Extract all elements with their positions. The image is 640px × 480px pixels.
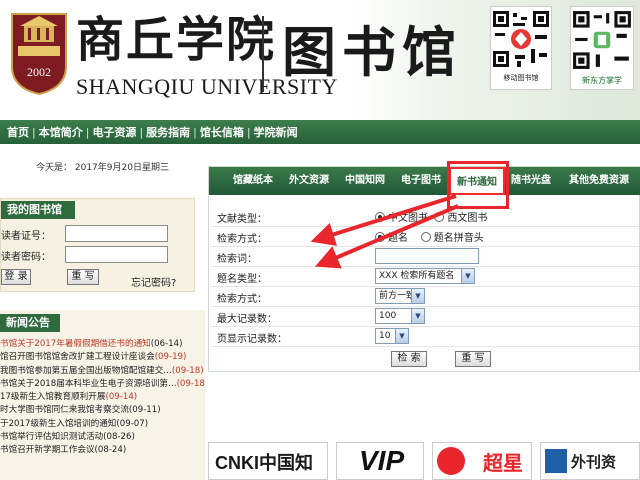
header-divider bbox=[262, 16, 264, 92]
qr-code-icon: 移动图书馆 bbox=[490, 6, 552, 90]
chevron-down-icon: ▼ bbox=[411, 289, 424, 303]
title-type-select[interactable]: XXX 检索所有题名 ▼ bbox=[375, 268, 475, 284]
library-title: 图书馆 bbox=[282, 20, 462, 84]
news-title: 新闻公告 bbox=[0, 314, 60, 332]
my-library-title: 我的图书馆 bbox=[1, 201, 75, 219]
term-label: 检索词： bbox=[217, 254, 257, 265]
method-label: 检索方式： bbox=[217, 234, 267, 245]
reader-pwd-input[interactable] bbox=[65, 246, 168, 263]
nav-item-services[interactable]: 服务指南 bbox=[143, 124, 193, 140]
per-page-select[interactable]: 10 ▼ bbox=[375, 328, 409, 344]
login-button[interactable]: 登 录 bbox=[1, 269, 31, 285]
nav-item-about[interactable]: 本馆简介 bbox=[36, 124, 86, 140]
method-row: 检索方式： 题名 题名拼音头 bbox=[211, 227, 639, 247]
list-item[interactable]: 于2017级新生入馆培训的通知(09-07) bbox=[0, 418, 205, 431]
university-name-cn: 商丘学院 bbox=[76, 12, 277, 68]
search-panel: 馆藏纸本 外文资源 中国知网 电子图书 新书通知 随书光盘 其他免费资源 文献类… bbox=[208, 161, 640, 372]
main-nav: 首页 | 本馆简介 | 电子资源 | 服务指南 | 馆长信箱 | 学院新闻 bbox=[0, 120, 640, 144]
cnki-logo[interactable]: CNKI中国知网 bbox=[208, 442, 328, 480]
news-box: 新闻公告 书馆关于2017年暑假假期借还书的通知(06-14) 馆召开图书馆馆舍… bbox=[0, 310, 205, 480]
today-date: 今天是： 2017年9月20日星期三 bbox=[36, 163, 169, 173]
list-item[interactable]: 我图书馆参加第五届全国出版物馆配馆建交…(09-18) bbox=[0, 365, 205, 378]
list-item[interactable]: 时大学图书馆同仁来我馆考察交流(09-11) bbox=[0, 404, 205, 417]
search-button[interactable]: 检 索 bbox=[391, 351, 427, 367]
max-records-label: 最大记录数： bbox=[217, 314, 277, 325]
qr-code-icon: 新东方掌学 bbox=[570, 6, 634, 90]
reset-button[interactable]: 重 写 bbox=[67, 269, 99, 285]
term-row: 检索词： bbox=[211, 247, 639, 267]
reader-id-label: 读者证号： bbox=[1, 231, 51, 242]
chevron-down-icon: ▼ bbox=[395, 329, 408, 343]
tab-print-holdings[interactable]: 馆藏纸本 bbox=[233, 167, 273, 195]
nav-item-home[interactable]: 首页 bbox=[4, 124, 32, 140]
vip-logo[interactable]: VIP bbox=[336, 442, 424, 480]
doc-type-radio-cn[interactable] bbox=[375, 212, 385, 222]
tab-cnki[interactable]: 中国知网 bbox=[345, 167, 385, 195]
news-list: 书馆关于2017年暑假假期借还书的通知(06-14) 馆召开图书馆馆舍改扩建工程… bbox=[0, 338, 205, 458]
chevron-down-icon: ▼ bbox=[411, 309, 424, 323]
list-item[interactable]: 馆召开图书馆馆舍改扩建工程设计座谈会(09-19) bbox=[0, 351, 205, 364]
header: 2002 商丘学院 SHANGQIU UNIVERSITY 图书馆 移动图书馆 bbox=[0, 0, 640, 120]
list-item[interactable]: 书馆举行评估知识测试活动(08-26) bbox=[0, 431, 205, 444]
tab-ebooks[interactable]: 电子图书 bbox=[401, 167, 441, 195]
doc-type-row: 文献类型： 中文图书 西文图书 bbox=[211, 207, 639, 227]
highlight-box bbox=[447, 161, 509, 209]
method-options: 题名 题名拼音头 bbox=[375, 229, 484, 244]
tab-foreign-resources[interactable]: 外文资源 bbox=[289, 167, 329, 195]
list-item[interactable]: 书馆召开新学期工作会议(08-24) bbox=[0, 444, 205, 457]
qr1-caption: 移动图书馆 bbox=[503, 74, 539, 82]
list-item[interactable]: 书馆关于2017年暑假假期借还书的通知(06-14) bbox=[0, 338, 205, 351]
per-page-label: 页显示记录数： bbox=[217, 334, 287, 345]
qr2-caption: 新东方掌学 bbox=[582, 76, 622, 85]
search-mode-select[interactable]: 前方一致 ▼ bbox=[375, 288, 425, 304]
search-reset-button[interactable]: 重 写 bbox=[455, 351, 491, 367]
search-tabs: 馆藏纸本 外文资源 中国知网 电子图书 新书通知 随书光盘 其他免费资源 bbox=[209, 167, 640, 195]
doc-type-radio-foreign[interactable] bbox=[434, 212, 445, 222]
method-radio-title[interactable] bbox=[375, 232, 385, 242]
nav-item-director-mailbox[interactable]: 馆长信箱 bbox=[197, 124, 247, 140]
doc-type-options: 中文图书 西文图书 bbox=[375, 209, 487, 224]
max-records-row: 最大记录数： 100 ▼ bbox=[211, 307, 639, 327]
search-mode-label: 检索方式： bbox=[217, 294, 267, 305]
foreign-journals-logo[interactable]: 外刊资 bbox=[540, 442, 640, 480]
nav-item-eresources[interactable]: 电子资源 bbox=[89, 124, 139, 140]
search-mode-row: 检索方式： 前方一致 ▼ bbox=[211, 287, 639, 307]
tab-free-resources[interactable]: 其他免费资源 bbox=[569, 167, 629, 195]
university-crest-icon: 2002 bbox=[11, 13, 67, 96]
title-type-row: 题名类型： XXX 检索所有题名 ▼ bbox=[211, 267, 639, 287]
crest-year: 2002 bbox=[27, 65, 51, 79]
list-item[interactable]: 17级新生入馆教育顺利开展(09-14) bbox=[0, 391, 205, 404]
max-records-select[interactable]: 100 ▼ bbox=[375, 308, 425, 324]
forgot-password-link[interactable]: 忘记密码? bbox=[131, 274, 176, 289]
page: 2002 商丘学院 SHANGQIU UNIVERSITY 图书馆 移动图书馆 bbox=[0, 0, 640, 480]
tab-cd-resources[interactable]: 随书光盘 bbox=[511, 167, 551, 195]
chevron-down-icon: ▼ bbox=[461, 269, 474, 283]
reader-pwd-label: 读者密码： bbox=[1, 252, 51, 263]
per-page-row: 页显示记录数： 10 ▼ bbox=[211, 327, 639, 347]
chaoxing-logo[interactable]: 超星 bbox=[432, 442, 532, 480]
nav-item-college-news[interactable]: 学院新闻 bbox=[251, 124, 301, 140]
title-type-label: 题名类型： bbox=[217, 274, 267, 285]
database-logos: CNKI中国知网 VIP 超星 外刊资 bbox=[208, 442, 640, 480]
reader-id-input[interactable] bbox=[65, 225, 168, 242]
doc-type-label: 文献类型： bbox=[217, 214, 267, 225]
search-term-input[interactable] bbox=[375, 248, 479, 264]
method-radio-pinyin[interactable] bbox=[420, 232, 431, 242]
my-library-box: 我的图书馆 读者证号： 读者密码： 登 录 重 写 忘记密码? bbox=[0, 198, 195, 292]
list-item[interactable]: 书馆关于2018届本科毕业生电子资源培训第…(09-18) bbox=[0, 378, 205, 391]
